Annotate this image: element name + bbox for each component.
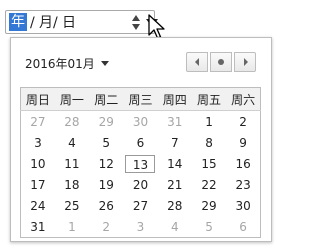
day-cell[interactable]: 28	[55, 111, 89, 133]
day-cell[interactable]: 22	[192, 174, 226, 195]
day-cell[interactable]: 6	[226, 216, 260, 238]
day-cell[interactable]: 3	[123, 216, 157, 238]
day-cell[interactable]: 8	[192, 132, 226, 153]
caret-down-icon	[100, 61, 109, 66]
week-row: 17 18 19 20 21 22 23	[21, 174, 261, 195]
day-cell[interactable]: 28	[158, 195, 192, 216]
weekday-header: 周日	[20, 87, 55, 111]
spin-down-icon[interactable]	[132, 24, 140, 30]
day-cell[interactable]: 25	[55, 195, 89, 216]
next-month-button[interactable]	[234, 52, 256, 72]
day-cell[interactable]: 18	[55, 174, 89, 195]
day-cell[interactable]: 12	[89, 153, 123, 174]
day-cell[interactable]: 21	[158, 174, 192, 195]
week-row: 24 25 26 27 28 29 30	[21, 195, 261, 216]
weekday-header: 周三	[123, 87, 158, 111]
week-row: 31 1 2 3 4 5 6	[21, 216, 261, 238]
month-year-select[interactable]: 2016年01月	[25, 55, 109, 72]
day-cell[interactable]: 14	[158, 153, 192, 174]
day-cell[interactable]: 26	[89, 195, 123, 216]
day-cell[interactable]: 27	[123, 195, 157, 216]
day-cell[interactable]: 1	[192, 111, 226, 133]
day-cell[interactable]: 16	[226, 153, 260, 174]
day-cell[interactable]: 31	[158, 111, 192, 133]
day-cell[interactable]: 7	[158, 132, 192, 153]
weekday-header: 周一	[54, 87, 90, 111]
day-cell[interactable]: 3	[21, 132, 55, 153]
prev-month-button[interactable]	[186, 52, 208, 72]
day-cell[interactable]: 15	[192, 153, 226, 174]
today-marker: 13	[125, 154, 156, 173]
week-row: 3 4 5 6 7 8 9	[21, 132, 261, 153]
day-cell[interactable]: 6	[123, 132, 157, 153]
date-picker-popup: 2016年01月 周日 周一 周二 周三 周四 周五 周六 27 28 29 3…	[10, 37, 272, 242]
day-cell[interactable]: 29	[192, 195, 226, 216]
day-segment[interactable]: 日	[62, 15, 76, 31]
today-button[interactable]	[210, 52, 232, 72]
day-cell[interactable]: 10	[21, 153, 55, 174]
day-cell[interactable]: 30	[226, 195, 260, 216]
day-cell[interactable]: 20	[123, 174, 157, 195]
day-cell[interactable]: 11	[55, 153, 89, 174]
week-row: 10 11 12 13 14 15 16	[21, 153, 261, 174]
day-cell[interactable]: 9	[226, 132, 260, 153]
week-row: 27 28 29 30 31 1 2	[21, 111, 261, 133]
weekday-header: 周二	[89, 87, 124, 111]
weekday-header: 周四	[157, 87, 192, 111]
day-cell[interactable]: 29	[89, 111, 123, 133]
day-cell[interactable]: 5	[89, 132, 123, 153]
day-cell[interactable]: 4	[55, 132, 89, 153]
day-cell[interactable]: 4	[158, 216, 192, 238]
day-cell[interactable]: 23	[226, 174, 260, 195]
day-cell[interactable]: 24	[21, 195, 55, 216]
day-cell[interactable]: 1	[55, 216, 89, 238]
date-separator: /	[30, 15, 35, 31]
spin-buttons[interactable]	[130, 14, 142, 32]
date-input[interactable]: 年 / 月 / 日	[5, 10, 158, 34]
spin-up-icon[interactable]	[132, 15, 140, 21]
calendar-grid: 周日 周一 周二 周三 周四 周五 周六 27 28 29 30 31 1 2 …	[20, 87, 261, 238]
day-cell[interactable]: 27	[21, 111, 55, 133]
weekday-header-row: 周日 周一 周二 周三 周四 周五 周六	[20, 87, 261, 111]
date-separator: /	[53, 15, 58, 31]
day-cell[interactable]: 2	[89, 216, 123, 238]
day-cell[interactable]: 5	[192, 216, 226, 238]
weekday-header: 周六	[226, 87, 261, 111]
arrow-left-icon	[195, 58, 199, 66]
month-segment[interactable]: 月	[39, 15, 53, 31]
weekday-header: 周五	[191, 87, 227, 111]
day-cell[interactable]: 2	[226, 111, 260, 133]
year-segment[interactable]: 年	[9, 13, 27, 31]
arrow-right-icon	[244, 58, 248, 66]
day-cell[interactable]: 31	[21, 216, 55, 238]
month-year-label: 2016年01月	[25, 57, 95, 71]
dot-icon	[218, 59, 224, 65]
day-cell[interactable]: 19	[89, 174, 123, 195]
day-cell-today[interactable]: 13	[123, 153, 157, 174]
day-cell[interactable]: 17	[21, 174, 55, 195]
day-cell[interactable]: 30	[123, 111, 157, 133]
